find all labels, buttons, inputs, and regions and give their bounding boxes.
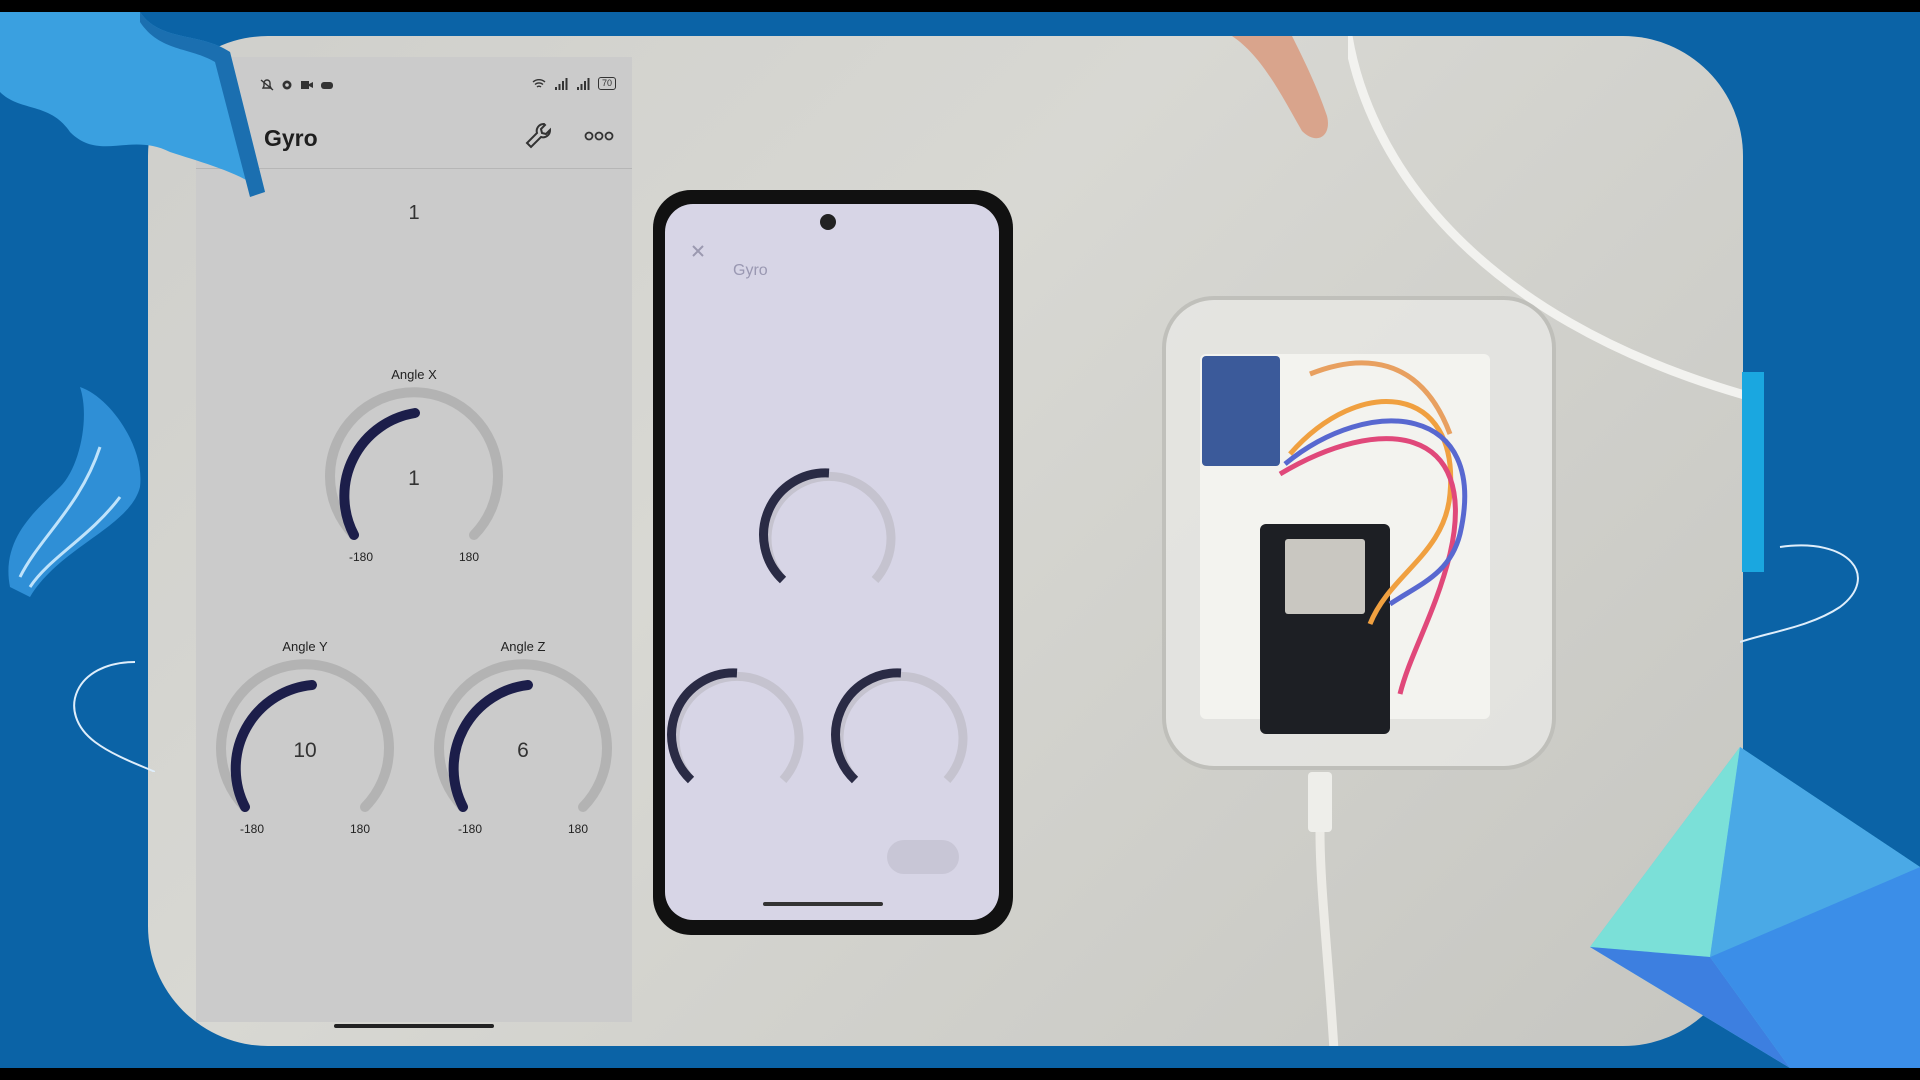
gauge-max: 180 (459, 550, 480, 564)
game-icon (321, 82, 333, 89)
gauge-max: 180 (568, 822, 589, 836)
gauge-value: 6 (517, 739, 529, 762)
signal-icon (554, 77, 568, 90)
video-stage: Gyro 70 Gyro 1 Angle X 1 -180 180 Angle … (0, 12, 1920, 1068)
ring-decoration (73, 661, 155, 772)
gauge-min: -180 (458, 822, 483, 836)
wrench-icon[interactable] (524, 121, 554, 151)
gauge-value: 1 (408, 467, 420, 490)
gem-decoration (1590, 747, 1920, 1068)
fan-decoration (8, 387, 141, 597)
more-icon[interactable] (584, 129, 614, 143)
gauge-min: -180 (240, 822, 265, 836)
gauge-min: -180 (349, 550, 374, 564)
gauge-angle-x: Angle X 1 -180 180 (319, 367, 509, 577)
battery-icon: 70 (597, 77, 616, 90)
gauge-angle-z: Angle Z 6 -180 180 (428, 639, 618, 849)
home-indicator (334, 1024, 494, 1028)
signal-icon (576, 77, 590, 90)
physical-phone-title: Gyro (733, 262, 768, 279)
prism-decoration (1742, 372, 1764, 572)
value-display: 1 (408, 202, 420, 224)
gauge-max: 180 (350, 822, 371, 836)
gauge-value: 10 (293, 739, 317, 762)
physical-phone (653, 190, 1013, 935)
wifi-icon (532, 78, 546, 88)
gauge-title: Angle Y (282, 639, 328, 654)
gauge-title: Angle X (391, 367, 437, 382)
ribbon-decoration (0, 12, 265, 197)
gauge-angle-y: Angle Y 10 -180 180 (210, 639, 400, 849)
usb-cable (1308, 772, 1339, 1046)
gauge-title: Angle Z (500, 639, 546, 654)
letterbox-bottom (0, 1068, 1920, 1080)
gear-icon (282, 80, 292, 90)
app-title: Gyro (264, 125, 318, 151)
breadboard-box (1162, 296, 1556, 770)
finger (1232, 36, 1328, 139)
video-icon (301, 81, 313, 89)
